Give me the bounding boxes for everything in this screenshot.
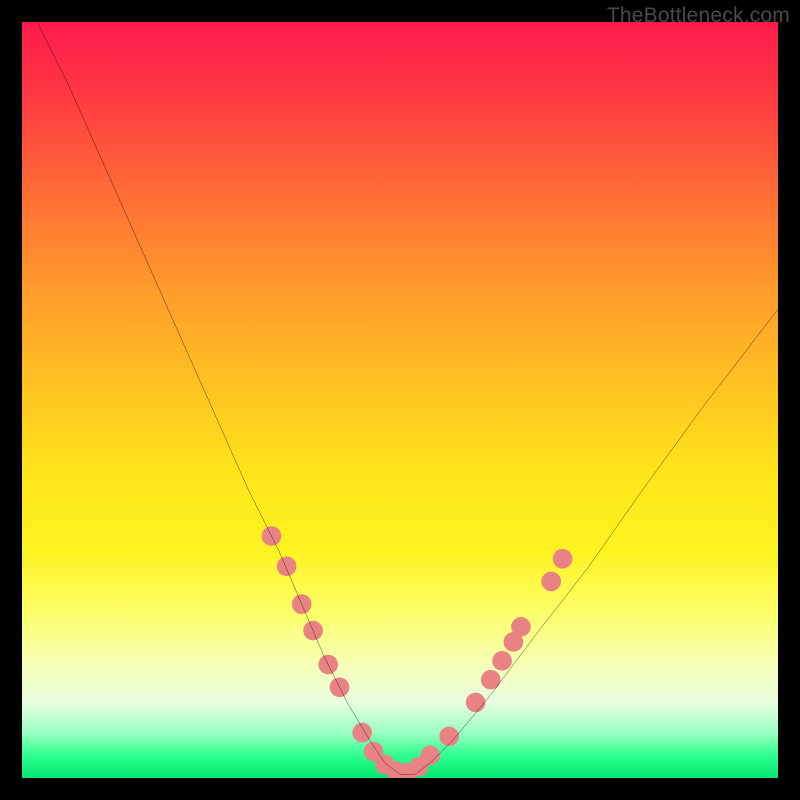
watermark-text: TheBottleneck.com — [607, 4, 790, 28]
marker-dot — [553, 549, 573, 569]
marker-dot — [481, 670, 501, 690]
marker-dot — [492, 651, 512, 671]
marker-dot — [420, 745, 440, 765]
plot-area — [22, 22, 778, 778]
chart-frame: TheBottleneck.com — [0, 0, 800, 800]
marker-dot — [511, 617, 531, 637]
marker-dot — [541, 572, 561, 592]
marker-dot — [466, 693, 486, 713]
marker-dots — [262, 526, 573, 778]
marker-dot — [352, 723, 372, 743]
curve-layer — [22, 22, 778, 778]
marker-dot — [277, 556, 297, 576]
bottleneck-curve — [37, 22, 778, 774]
